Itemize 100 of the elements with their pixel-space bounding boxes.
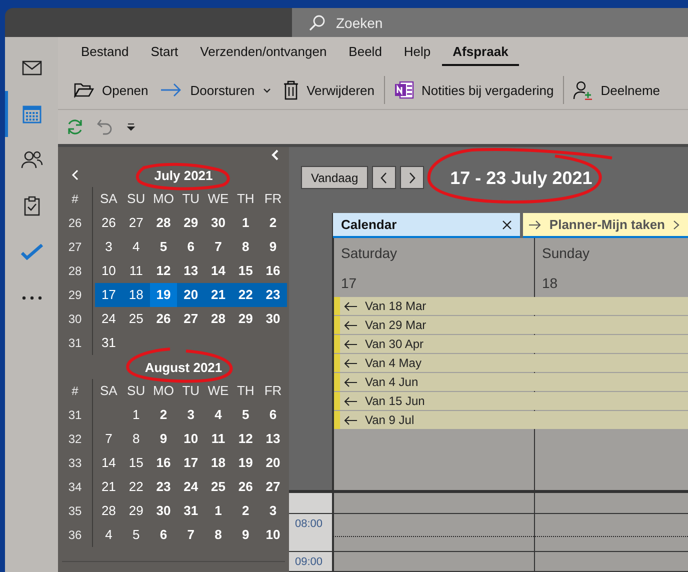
day-number[interactable]: 18 [204,451,232,475]
day-number[interactable]: 3 [259,499,287,523]
day-number[interactable]: 26 [150,307,178,331]
day-number[interactable]: 17 [177,451,205,475]
ribbon-tab[interactable]: Start [140,42,190,66]
day-number[interactable]: 3 [95,235,122,259]
day-number[interactable]: 27 [177,307,205,331]
day-number[interactable]: 21 [204,283,232,307]
day-number[interactable]: 27 [259,475,287,499]
command-button[interactable]: Deelneme [566,75,666,105]
day-number[interactable]: 13 [177,259,205,283]
day-number[interactable]: 12 [232,427,260,451]
day-number[interactable]: 9 [150,427,178,451]
day-number[interactable]: 9 [232,523,260,547]
day-number[interactable]: 20 [177,283,205,307]
day-number[interactable]: 22 [122,475,150,499]
day-number[interactable]: 7 [95,427,122,451]
day-number[interactable]: 26 [232,475,260,499]
today-button[interactable]: Vandaag [301,166,368,189]
day-number[interactable]: 1 [204,499,232,523]
collapse-icon[interactable] [271,149,279,161]
day-number[interactable]: 16 [259,259,287,283]
day-number[interactable]: 29 [177,211,205,235]
previous-month-icon[interactable] [71,169,79,181]
event-bar[interactable]: Van 30 Apr [334,335,688,353]
day-number[interactable]: 15 [232,259,260,283]
day-number[interactable]: 23 [150,475,178,499]
event-bar[interactable]: Van 29 Mar [334,316,688,334]
day-number[interactable]: 31 [177,499,205,523]
day-number[interactable]: 23 [259,283,287,307]
day-number[interactable]: 11 [122,259,150,283]
undo-icon[interactable] [96,118,114,136]
day-number[interactable]: 28 [150,211,178,235]
week-row[interactable]: 17 18 19 20 21 22 23 [95,283,287,307]
day-number[interactable]: 1 [232,211,260,235]
event-bar[interactable]: Van 9 Jul [334,411,688,429]
day-number[interactable]: 4 [122,235,150,259]
next-week-button[interactable] [400,166,424,189]
event-bar[interactable]: Van 4 Jun [334,373,688,391]
day-number[interactable]: 25 [204,475,232,499]
ribbon-tab[interactable]: Bestand [70,42,140,66]
day-number[interactable]: 8 [204,523,232,547]
day-number[interactable]: 30 [259,307,287,331]
day-number[interactable]: 29 [232,307,260,331]
day-number[interactable]: 14 [95,451,122,475]
day-number[interactable]: 5 [122,523,150,547]
week-row[interactable]: 14 15 16 17 18 19 20 [95,451,287,475]
day-number[interactable]: 10 [177,427,205,451]
week-row[interactable]: 26 27 28 29 30 1 2 [95,211,287,235]
day-number[interactable]: 26 [95,211,122,235]
day-number[interactable]: 18 [122,283,150,307]
day-number[interactable]: 8 [122,427,150,451]
week-row[interactable]: 1 2 3 4 5 6 [95,403,287,427]
event-bar[interactable]: Van 4 May [334,354,688,372]
previous-week-button[interactable] [372,166,396,189]
close-icon[interactable] [502,220,512,230]
customize-icon[interactable] [126,123,136,131]
search-field[interactable]: Zoeken [292,8,688,37]
day-number[interactable]: 10 [259,523,287,547]
day-number[interactable]: 4 [204,403,232,427]
day-number[interactable]: 19 [232,451,260,475]
day-number[interactable]: 28 [204,307,232,331]
day-number[interactable]: 11 [204,427,232,451]
day-number[interactable]: 17 [95,283,122,307]
calendar-tab[interactable]: Planner-Mijn taken [523,213,688,238]
refresh-icon[interactable] [66,118,84,136]
day-number[interactable]: 28 [95,499,122,523]
day-number[interactable]: 6 [177,235,205,259]
day-number[interactable]: 7 [204,235,232,259]
day-number[interactable]: 30 [150,499,178,523]
ribbon-tab[interactable]: Verzenden/ontvangen [189,42,338,66]
day-number[interactable]: 14 [204,259,232,283]
day-number[interactable]: 13 [259,427,287,451]
command-button[interactable]: Openen [68,75,154,105]
day-number[interactable]: 29 [122,499,150,523]
day-number[interactable]: 24 [177,475,205,499]
day-number[interactable]: 7 [177,523,205,547]
day-number[interactable]: 2 [150,403,178,427]
week-row[interactable]: 3 4 5 6 7 8 9 [95,235,287,259]
day-number[interactable]: 8 [232,235,260,259]
day-number[interactable]: 5 [232,403,260,427]
day-number[interactable]: 15 [122,451,150,475]
week-row[interactable]: 21 22 23 24 25 26 27 [95,475,287,499]
ribbon-tab[interactable]: Help [392,42,442,66]
day-number[interactable]: 2 [259,211,287,235]
day-number[interactable]: 31 [95,331,122,355]
day-number[interactable]: 3 [177,403,205,427]
command-button[interactable]: Doorsturen [154,75,277,105]
ribbon-tab[interactable]: Afspraak [442,42,520,66]
day-number[interactable]: 22 [232,283,260,307]
week-row[interactable]: 10 11 12 13 14 15 16 [95,259,287,283]
week-row[interactable]: 24 25 26 27 28 29 30 [95,307,287,331]
command-button[interactable]: Verwijderen [276,75,381,105]
week-row[interactable]: 31 [95,331,285,355]
event-bar[interactable]: Van 15 Jun [334,392,688,410]
day-number[interactable]: 10 [95,259,122,283]
day-number[interactable]: 20 [259,451,287,475]
day-number[interactable]: 24 [95,307,122,331]
day-number[interactable]: 27 [122,211,150,235]
day-number[interactable]: 1 [122,403,150,427]
